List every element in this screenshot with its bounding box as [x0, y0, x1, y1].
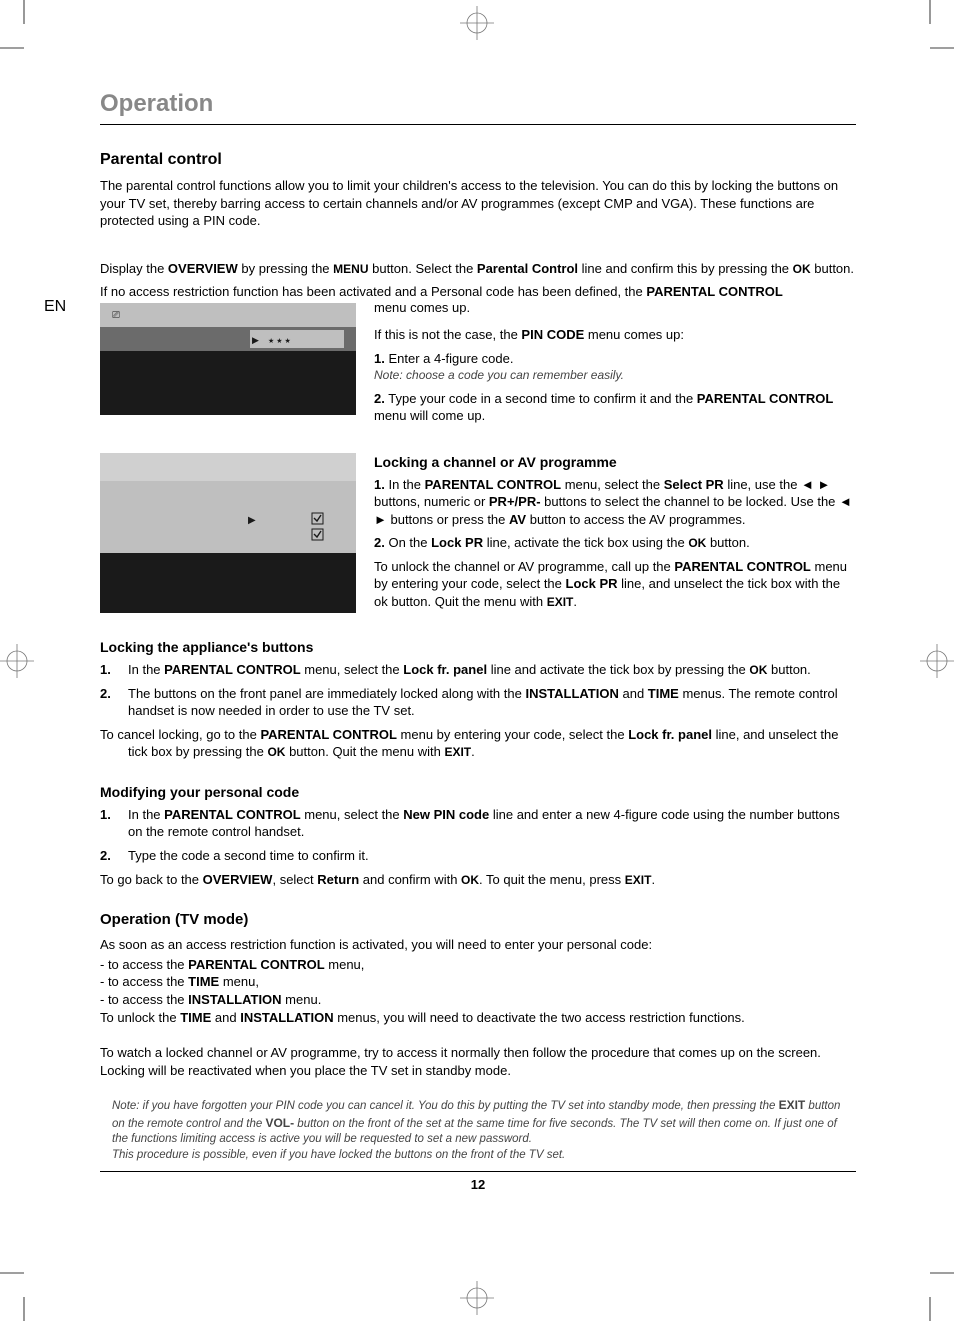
- svg-text:★ ★ ★: ★ ★ ★: [268, 337, 291, 345]
- mod-code-step1: In the PARENTAL CONTROL menu, select the…: [128, 806, 856, 841]
- parental-control-intro: The parental control functions allow you…: [100, 177, 856, 230]
- step-1-enter-code: 1. Enter a 4-figure code.: [374, 350, 856, 368]
- lock-channel-screenshot: ▶: [100, 453, 356, 613]
- op-intro: As soon as an access restriction functio…: [100, 936, 856, 954]
- svg-text:▶: ▶: [248, 515, 256, 526]
- heading-lock-channel: Locking a channel or AV programme: [374, 453, 856, 472]
- unlock-channel: To unlock the channel or AV programme, c…: [374, 558, 856, 611]
- op-watch: To watch a locked channel or AV programm…: [100, 1044, 856, 1079]
- left-right-arrows-icon: ◄ ►: [801, 477, 830, 492]
- mod-code-step2: Type the code a second time to confirm i…: [128, 847, 856, 865]
- go-back-overview: To go back to the OVERVIEW, select Retur…: [100, 871, 856, 889]
- heading-operation-tv: Operation (TV mode): [100, 910, 856, 930]
- pin-code-screenshot: ⎚ ▶ ★ ★ ★: [100, 303, 356, 415]
- pc-menu-comes-up: menu comes up.: [374, 299, 856, 317]
- lock-btn-step2: The buttons on the front panel are immed…: [128, 685, 856, 720]
- step-num-2: 2.: [100, 685, 118, 720]
- lock-ch-step1: 1. In the PARENTAL CONTROL menu, select …: [374, 476, 856, 529]
- lock-ch-step2: 2. On the Lock PR line, activate the tic…: [374, 534, 856, 552]
- lock-btn-step1: In the PARENTAL CONTROL menu, select the…: [128, 661, 856, 679]
- display-overview-instruction: Display the OVERVIEW by pressing the MEN…: [100, 260, 856, 278]
- step-num-1: 1.: [100, 806, 118, 841]
- page-number: 12: [100, 1171, 856, 1194]
- op-li3: - to access the INSTALLATION menu.: [100, 991, 856, 1009]
- heading-parental-control: Parental control: [100, 149, 856, 171]
- op-li1: - to access the PARENTAL CONTROL menu,: [100, 956, 856, 974]
- op-unlock: To unlock the TIME and INSTALLATION menu…: [100, 1009, 856, 1027]
- page-content: Operation Parental control The parental …: [100, 88, 856, 1194]
- step-2-confirm-code: 2. Type your code in a second time to co…: [374, 390, 856, 425]
- language-tab: EN: [44, 296, 66, 318]
- heading-lock-buttons: Locking the appliance's buttons: [100, 638, 856, 657]
- step-num-1: 1.: [100, 661, 118, 679]
- svg-text:⎚: ⎚: [112, 310, 120, 321]
- footnote: Note: if you have forgotten your PIN cod…: [100, 1097, 856, 1163]
- cancel-lock: To cancel locking, go to the PARENTAL CO…: [100, 726, 856, 761]
- pin-code-menu-line: If this is not the case, the PIN CODE me…: [374, 326, 856, 344]
- step-num-2: 2.: [100, 847, 118, 865]
- heading-modify-code: Modifying your personal code: [100, 783, 856, 802]
- note-choose-code: Note: choose a code you can remember eas…: [374, 367, 856, 383]
- op-li2: - to access the TIME menu,: [100, 973, 856, 991]
- svg-text:▶: ▶: [252, 335, 259, 345]
- page-title: Operation: [100, 88, 856, 125]
